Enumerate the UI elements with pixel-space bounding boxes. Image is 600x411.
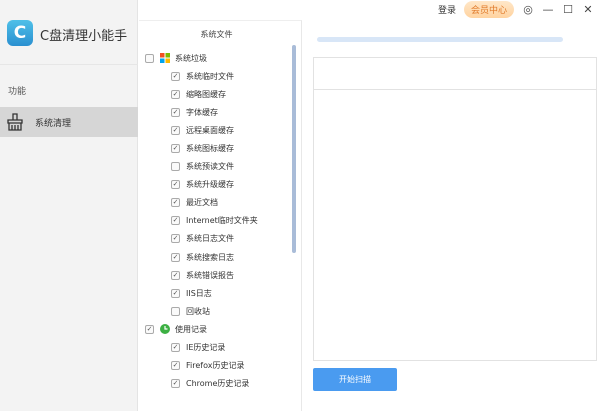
- checkbox[interactable]: ✓: [171, 89, 180, 99]
- checkbox[interactable]: ✓: [171, 361, 180, 371]
- list-item[interactable]: ✓ Internet临时文件夹: [139, 212, 289, 230]
- settings-icon[interactable]: ◎: [522, 3, 534, 16]
- item-label: 字体缓存: [186, 107, 218, 117]
- checkbox[interactable]: ✓: [171, 71, 180, 81]
- app-title: C盘清理小能手: [40, 29, 128, 44]
- list-item[interactable]: ✓ 字体缓存: [139, 103, 289, 121]
- checkbox[interactable]: ✓: [171, 125, 180, 135]
- list-item[interactable]: 系统预读文件: [139, 158, 289, 176]
- item-label: 最近文档: [186, 198, 218, 208]
- item-label: 系统升级缓存: [186, 180, 234, 190]
- panel-title: 系统文件: [200, 30, 233, 39]
- sidebar-item-system-clean[interactable]: 系统清理: [0, 107, 138, 137]
- checkbox[interactable]: ✓: [171, 180, 180, 190]
- item-label: IIS日志: [186, 288, 212, 298]
- list-item[interactable]: ✓ 远程桌面缓存: [139, 121, 289, 139]
- item-label: Firefox历史记录: [186, 361, 245, 371]
- checkbox[interactable]: ✓: [171, 343, 180, 353]
- item-label: Chrome历史记录: [186, 379, 250, 389]
- scrollbar[interactable]: [292, 45, 296, 253]
- checkbox[interactable]: ✓: [171, 234, 180, 244]
- windows-icon: [160, 53, 170, 64]
- checkbox[interactable]: ✓: [171, 144, 180, 154]
- checkbox[interactable]: ✓: [171, 216, 180, 226]
- item-label: 系统预读文件: [186, 162, 234, 172]
- item-label: 缩略图缓存: [186, 89, 226, 99]
- checkbox[interactable]: ✓: [171, 252, 180, 262]
- sidebar: C C盘清理小能手 功能 系统清理: [0, 0, 138, 411]
- list-item[interactable]: ✓ 最近文档: [139, 194, 289, 212]
- close-icon[interactable]: ✕: [582, 3, 594, 16]
- checkbox[interactable]: [145, 53, 154, 63]
- list-item[interactable]: ✓ 系统搜索日志: [139, 248, 289, 266]
- item-label: 系统错误报告: [186, 270, 234, 280]
- item-label: 回收站: [186, 306, 210, 316]
- section-label: 功能: [8, 87, 27, 97]
- checkbox[interactable]: ✓: [171, 107, 180, 117]
- app-logo: C: [7, 20, 33, 46]
- scan-progress-bar: [317, 37, 563, 42]
- sidebar-item-label: 系统清理: [35, 119, 72, 129]
- login-link[interactable]: 登录: [438, 3, 456, 16]
- list-item[interactable]: ✓ Firefox历史记录: [139, 357, 289, 375]
- checkbox[interactable]: ✓: [145, 324, 154, 334]
- checkbox[interactable]: ✓: [171, 288, 180, 298]
- item-label: 系统搜索日志: [186, 252, 234, 262]
- list-item[interactable]: ✓ 系统错误报告: [139, 266, 289, 284]
- list-item[interactable]: 回收站: [139, 302, 289, 320]
- list-item[interactable]: ✓ IE历史记录: [139, 339, 289, 357]
- list-item[interactable]: ✓ 缩略图缓存: [139, 85, 289, 103]
- item-label: 系统垃圾: [175, 53, 207, 63]
- list-item[interactable]: ✓ 系统临时文件: [139, 67, 289, 85]
- list-item[interactable]: ✓ 系统升级缓存: [139, 176, 289, 194]
- list-item[interactable]: ✓ 系统日志文件: [139, 230, 289, 248]
- file-category-panel: 系统文件 系统垃圾 ✓ 系统临时文件 ✓ 缩略图缓存 ✓ 字体缓存 ✓ 远程桌面缓存 ✓ 系统图标缓…: [139, 20, 302, 411]
- checkbox[interactable]: ✓: [171, 198, 180, 208]
- maximize-icon[interactable]: ☐: [562, 3, 574, 16]
- category-group[interactable]: 系统垃圾: [139, 49, 289, 67]
- item-label: 系统日志文件: [186, 234, 234, 244]
- vip-center-button[interactable]: 会员中心: [463, 0, 514, 18]
- item-label: 系统临时文件: [186, 71, 234, 81]
- clock-icon: [160, 324, 170, 335]
- item-label: IE历史记录: [186, 343, 226, 353]
- checkbox[interactable]: [171, 306, 180, 316]
- item-label: Internet临时文件夹: [186, 216, 258, 226]
- item-label: 远程桌面缓存: [186, 125, 234, 135]
- start-scan-button[interactable]: 开始扫描: [313, 368, 397, 391]
- item-label: 使用记录: [175, 324, 207, 334]
- list-item[interactable]: ✓ Chrome历史记录: [139, 375, 289, 393]
- minimize-icon[interactable]: —: [542, 3, 554, 16]
- list-item[interactable]: ✓ 系统图标缓存: [139, 139, 289, 157]
- title-bar: 登录 会员中心 ◎ — ☐ ✕: [438, 0, 600, 18]
- checkbox[interactable]: ✓: [171, 379, 180, 389]
- category-list: 系统垃圾 ✓ 系统临时文件 ✓ 缩略图缓存 ✓ 字体缓存 ✓ 远程桌面缓存 ✓ 系统图标缓存 系统预读…: [139, 49, 289, 393]
- checkbox[interactable]: [171, 162, 180, 172]
- item-label: 系统图标缓存: [186, 144, 234, 154]
- broom-icon: [7, 113, 23, 131]
- category-group[interactable]: ✓ 使用记录: [139, 320, 289, 338]
- divider: [314, 89, 596, 90]
- scan-results-box: [313, 57, 597, 361]
- list-item[interactable]: ✓ IIS日志: [139, 284, 289, 302]
- divider: [0, 64, 138, 65]
- checkbox[interactable]: ✓: [171, 270, 180, 280]
